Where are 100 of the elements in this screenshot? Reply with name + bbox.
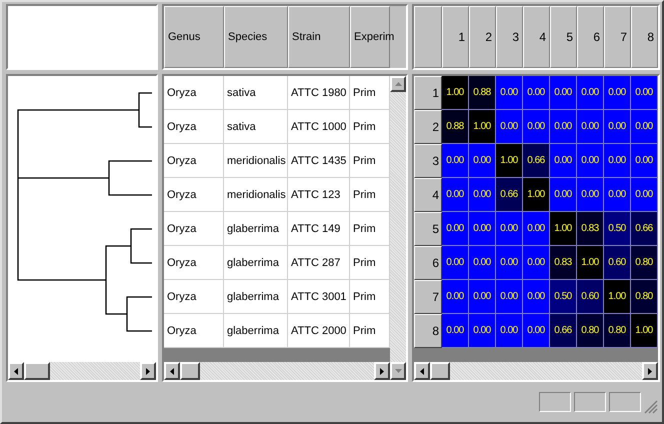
table-cell: glaberrima [224, 246, 288, 280]
matrix-cell: 0.00 [523, 246, 550, 280]
scroll-right-button[interactable] [374, 362, 390, 380]
table-cell: Oryza [164, 110, 224, 144]
scroll-right-button[interactable] [140, 362, 156, 380]
matrix-cell: 1.00 [604, 280, 631, 314]
table-cell: Oryza [164, 246, 224, 280]
column-header[interactable]: Species [224, 6, 288, 68]
matrix-cell: 0.00 [442, 178, 469, 212]
table-cell: sativa [224, 76, 288, 110]
matrix-cell: 0.00 [496, 314, 523, 348]
column-header[interactable]: 7 [604, 6, 631, 68]
table-cell: ATTC 149 [288, 212, 350, 246]
matrix-cell: 0.00 [496, 76, 523, 110]
matrix-cell: 0.00 [577, 178, 604, 212]
right-arrow-icon [380, 368, 384, 374]
table-cell: ATTC 287 [288, 246, 350, 280]
matrix-cell: 0.00 [469, 144, 496, 178]
status-panel [574, 392, 606, 412]
matrix-cell: 0.00 [604, 76, 631, 110]
table-cell: Oryza [164, 144, 224, 178]
vertical-scrollbar[interactable] [390, 76, 406, 362]
matrix-cell: 0.00 [604, 144, 631, 178]
up-arrow-icon [394, 82, 402, 86]
matrix-cell: 0.83 [577, 212, 604, 246]
matrix-cell: 0.00 [577, 110, 604, 144]
table-cell: glaberrima [224, 212, 288, 246]
column-header[interactable]: 1 [442, 6, 469, 68]
resize-grip-icon [644, 400, 658, 414]
table-cell: Oryza [164, 178, 224, 212]
row-header[interactable]: 8 [414, 314, 442, 348]
scroll-thumb[interactable] [430, 362, 450, 380]
matrix-cell: 1.00 [631, 314, 658, 348]
matrix-cell: 0.66 [496, 178, 523, 212]
matrix-cell: 0.60 [577, 280, 604, 314]
matrix-cell: 0.00 [550, 144, 577, 178]
row-header[interactable]: 6 [414, 246, 442, 280]
row-header[interactable]: 3 [414, 144, 442, 178]
matrix-cell: 1.00 [577, 246, 604, 280]
column-header[interactable]: Genus [164, 6, 224, 68]
matrix-cell: 0.00 [523, 314, 550, 348]
matrix-cell: 0.00 [496, 246, 523, 280]
scroll-left-button[interactable] [414, 362, 430, 380]
matrix-cell: 0.00 [469, 246, 496, 280]
scroll-right-button[interactable] [642, 362, 658, 380]
matrix-cell: 0.00 [442, 144, 469, 178]
column-header[interactable]: 5 [550, 6, 577, 68]
matrix-cell: 0.66 [523, 144, 550, 178]
scroll-up-button[interactable] [390, 76, 406, 92]
row-header[interactable]: 5 [414, 212, 442, 246]
matrix-cell: 0.83 [550, 246, 577, 280]
matrix-cell: 0.00 [442, 314, 469, 348]
table-cell: Oryza [164, 76, 224, 110]
scroll-down-button[interactable] [390, 362, 406, 380]
scroll-left-button[interactable] [164, 362, 180, 380]
matrix-cell: 0.00 [442, 212, 469, 246]
table-cell: meridionalis [224, 144, 288, 178]
matrix-cell: 0.80 [631, 280, 658, 314]
table-cell: ATTC 1000 [288, 110, 350, 144]
matrix-cell: 0.00 [577, 144, 604, 178]
row-header[interactable]: 1 [414, 76, 442, 110]
matrix-cell: 0.00 [496, 212, 523, 246]
column-header[interactable]: 4 [523, 6, 550, 68]
column-header[interactable]: Strain [288, 6, 350, 68]
left-arrow-icon [420, 368, 424, 374]
horizontal-scrollbar[interactable] [8, 362, 156, 380]
row-header[interactable]: 4 [414, 178, 442, 212]
left-arrow-icon [170, 368, 174, 374]
matrix-cell: 0.00 [469, 212, 496, 246]
row-header[interactable]: 7 [414, 280, 442, 314]
matrix-cell: 0.00 [550, 110, 577, 144]
horizontal-scrollbar[interactable] [414, 362, 658, 380]
matrix-cell: 0.00 [442, 280, 469, 314]
matrix-cell: 1.00 [442, 76, 469, 110]
table-cell: glaberrima [224, 280, 288, 314]
scroll-thumb[interactable] [180, 362, 200, 380]
horizontal-scrollbar[interactable] [164, 362, 390, 380]
column-header[interactable]: 6 [577, 6, 604, 68]
column-header[interactable]: 2 [469, 6, 496, 68]
matrix-cell: 0.00 [631, 76, 658, 110]
matrix-cell: 0.00 [550, 76, 577, 110]
table-cell: ATTC 1980 [288, 76, 350, 110]
down-arrow-icon [394, 369, 402, 373]
scroll-thumb[interactable] [24, 362, 50, 380]
left-arrow-icon [14, 368, 18, 374]
matrix-cell: 1.00 [496, 144, 523, 178]
scroll-left-button[interactable] [8, 362, 24, 380]
row-header[interactable]: 2 [414, 110, 442, 144]
table-cell: sativa [224, 110, 288, 144]
matrix-cell: 0.00 [469, 280, 496, 314]
matrix-cell: 0.88 [469, 76, 496, 110]
matrix-cell: 0.80 [631, 246, 658, 280]
table-cell: Oryza [164, 280, 224, 314]
column-header[interactable]: 3 [496, 6, 523, 68]
column-header[interactable]: 8 [631, 6, 658, 68]
status-panel [609, 392, 641, 412]
table-cell: ATTC 123 [288, 178, 350, 212]
matrix-cell: 0.00 [469, 314, 496, 348]
table-cell: meridionalis [224, 178, 288, 212]
matrix-cell: 0.00 [496, 110, 523, 144]
